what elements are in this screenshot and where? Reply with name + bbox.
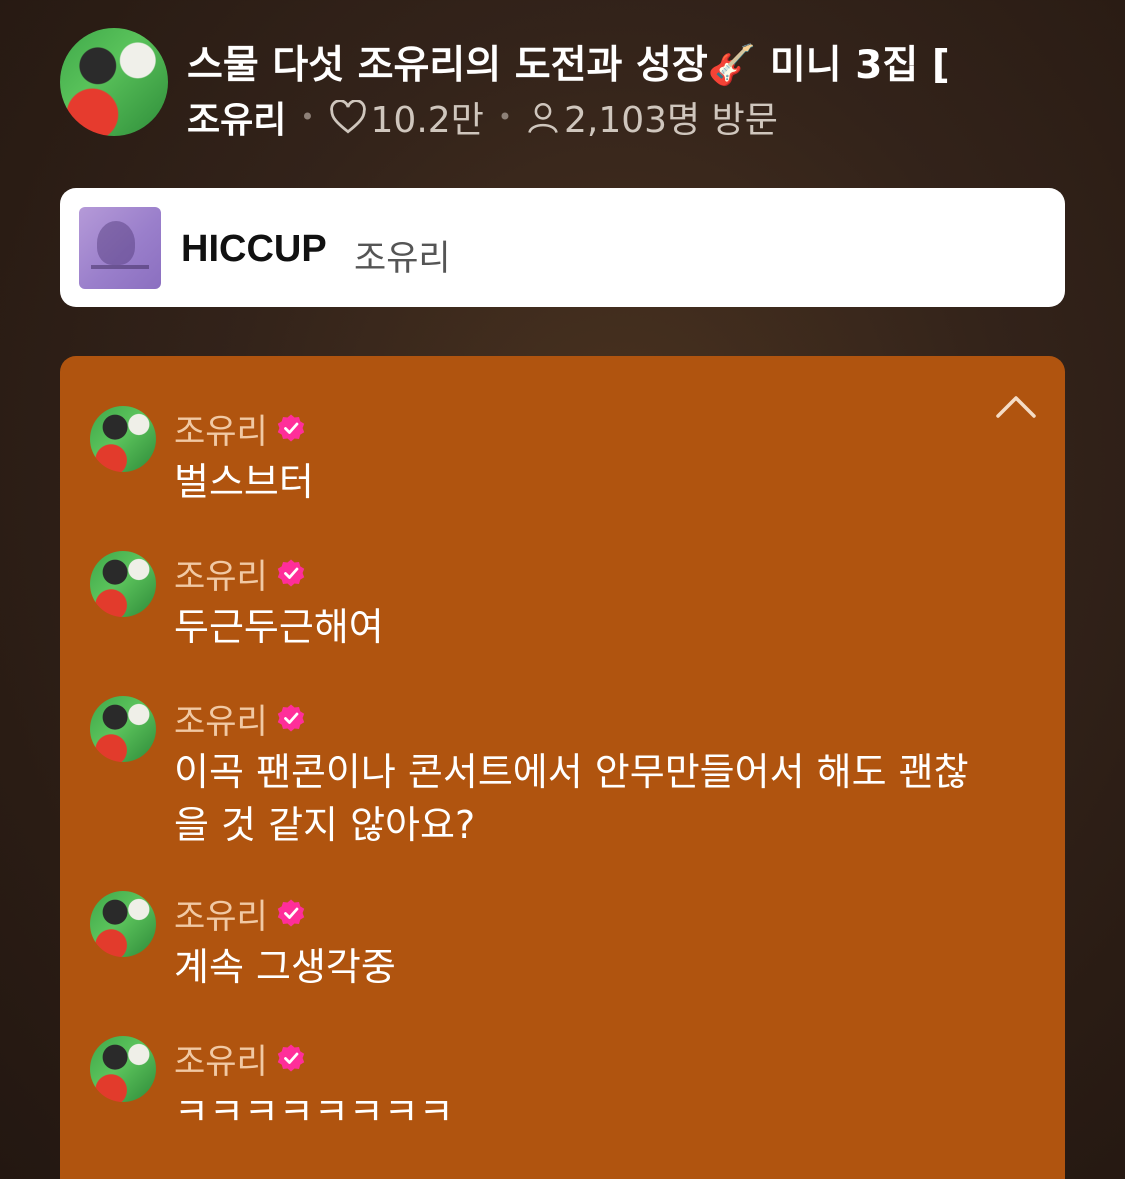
message-author: 조유리 bbox=[174, 1041, 268, 1082]
verified-badge-icon bbox=[277, 414, 305, 442]
separator-dot: • bbox=[300, 103, 315, 131]
broadcast-title: 스물 다섯 조유리의 도전과 성장🎸 미니 3집 [ bbox=[187, 43, 950, 88]
message-author: 조유리 bbox=[174, 411, 268, 452]
separator-dot: • bbox=[497, 103, 512, 131]
broadcast-meta: 조유리 • 10.2만 • 2,103명 방문 bbox=[187, 91, 778, 143]
host-name[interactable]: 조유리 bbox=[187, 91, 286, 143]
message-text: ㅋㅋㅋㅋㅋㅋㅋㅋ bbox=[174, 1090, 454, 1134]
verified-badge-icon bbox=[277, 1044, 305, 1072]
message-author: 조유리 bbox=[174, 701, 268, 742]
verified-badge-icon bbox=[277, 559, 305, 587]
like-count: 10.2만 bbox=[370, 100, 484, 141]
message-author: 조유리 bbox=[174, 896, 268, 937]
message-text: 벌스브터 bbox=[174, 460, 314, 504]
broadcast-header: 스물 다섯 조유리의 도전과 성장🎸 미니 3집 [ 조유리 • 10.2만 •… bbox=[60, 28, 1125, 143]
verified-badge-icon bbox=[277, 899, 305, 927]
message-text: 두근두근해여 bbox=[174, 605, 384, 649]
chevron-up-icon[interactable] bbox=[994, 392, 1038, 422]
person-icon bbox=[528, 102, 558, 134]
track-title: HICCUP bbox=[181, 228, 327, 270]
avatar[interactable] bbox=[90, 696, 156, 762]
message-text: 계속 그생각중 bbox=[174, 945, 396, 989]
chat-panel: 조유리 벌스브터 조유리 두근두근해여 조유리 이곡 팬콘이나 콘서트에서 안무… bbox=[60, 356, 1065, 1179]
host-avatar[interactable] bbox=[60, 28, 168, 136]
message-author-row: 조유리 bbox=[174, 1036, 306, 1082]
message-author-row: 조유리 bbox=[174, 891, 306, 937]
heart-icon bbox=[329, 100, 366, 134]
message-author-row: 조유리 bbox=[174, 551, 306, 597]
track-artist: 조유리 bbox=[354, 239, 451, 279]
album-art bbox=[79, 207, 161, 289]
avatar[interactable] bbox=[90, 551, 156, 617]
verified-badge-icon bbox=[277, 704, 305, 732]
message-author-row: 조유리 bbox=[174, 696, 306, 742]
now-playing-card[interactable]: HICCUP 조유리 bbox=[60, 188, 1065, 307]
avatar[interactable] bbox=[90, 1036, 156, 1102]
avatar[interactable] bbox=[90, 891, 156, 957]
message-author-row: 조유리 bbox=[174, 406, 306, 452]
visitor-count: 2,103명 방문 bbox=[563, 100, 778, 141]
message-text: 이곡 팬콘이나 콘서트에서 안무만들어서 해도 괜찮을 것 같지 않아요? bbox=[174, 750, 969, 847]
message-author: 조유리 bbox=[174, 556, 268, 597]
avatar[interactable] bbox=[90, 406, 156, 472]
